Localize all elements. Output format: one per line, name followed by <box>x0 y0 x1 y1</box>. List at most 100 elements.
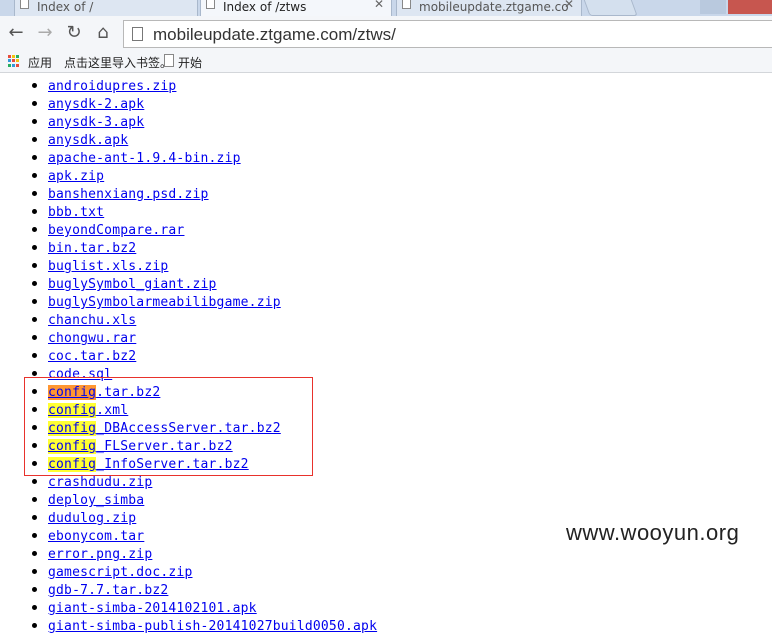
file-name-text: chanchu.xls <box>48 313 137 328</box>
file-name-text: gamescript.doc.zip <box>48 565 193 580</box>
file-name-text: gdb-7.7.tar.bz2 <box>48 583 169 598</box>
close-icon[interactable]: ✕ <box>564 0 574 11</box>
file-name-text: ebonycom.tar <box>48 529 145 544</box>
page-icon <box>206 0 215 9</box>
tab-title: Index of /ztws <box>223 0 307 14</box>
list-item: giant-simba-publish-20141027build0050.ap… <box>0 616 377 634</box>
page-icon <box>20 0 29 9</box>
list-item: gdb-7.7.tar.bz2 <box>0 580 377 598</box>
list-item: buglist.xls.zip <box>0 256 377 274</box>
file-link[interactable]: apk.zip <box>48 169 104 184</box>
list-item: bin.tar.bz2 <box>0 238 377 256</box>
file-link[interactable]: gdb-7.7.tar.bz2 <box>48 583 168 598</box>
file-link[interactable]: banshenxiang.psd.zip <box>48 187 209 202</box>
file-link[interactable]: anysdk-2.apk <box>48 97 144 112</box>
tab-mobileupdate[interactable]: mobileupdate.ztgame.co ✕ <box>396 0 582 16</box>
tab-index-root[interactable]: Index of / <box>14 0 198 16</box>
file-link[interactable]: ebonycom.tar <box>48 529 144 544</box>
new-tab-button[interactable] <box>582 0 638 16</box>
watermark: www.wooyun.org <box>566 520 740 545</box>
list-item: beyondCompare.rar <box>0 220 377 238</box>
file-link[interactable]: dudulog.zip <box>48 511 136 526</box>
file-name-text: buglist.xls.zip <box>48 259 169 274</box>
list-item: anysdk-2.apk <box>0 94 377 112</box>
bookmarks-bar: 应用 点击这里导入书签。 开始 <box>0 50 772 73</box>
list-item: apache-ant-1.9.4-bin.zip <box>0 148 377 166</box>
file-link[interactable]: deploy_simba <box>48 493 144 508</box>
apps-link[interactable]: 应用 <box>28 54 52 71</box>
tab-strip: Index of / Index of /ztws ✕ mobileupdate… <box>0 0 772 16</box>
list-item: gamescript.doc.zip <box>0 562 377 580</box>
tab-title: mobileupdate.ztgame.co <box>419 0 569 14</box>
file-link[interactable]: gamescript.doc.zip <box>48 565 192 580</box>
list-item: deploy_simba <box>0 490 377 508</box>
file-name-text: androidupres.zip <box>48 79 177 94</box>
file-link[interactable]: beyondCompare.rar <box>48 223 184 238</box>
list-item: error.png.zip <box>0 544 377 562</box>
list-item: ebonycom.tar <box>0 526 377 544</box>
annotation-box <box>24 377 313 476</box>
import-bookmarks-link[interactable]: 点击这里导入书签。 <box>64 54 172 71</box>
file-name-text: coc.tar.bz2 <box>48 349 137 364</box>
file-name-text: giant-simba-publish-20141027build0050.ap… <box>48 619 378 634</box>
file-name-text: deploy_simba <box>48 493 145 508</box>
file-name-text: error.png.zip <box>48 547 153 562</box>
file-name-text: giant-simba-2014102101.apk <box>48 601 257 616</box>
apps-icon[interactable] <box>8 55 20 67</box>
address-bar[interactable]: mobileupdate.ztgame.com/ztws/ <box>123 20 772 48</box>
page-content: androidupres.zip anysdk-2.apk anysdk-3.apk… <box>0 73 772 636</box>
minimize-button[interactable] <box>700 0 726 14</box>
file-name-text: apk.zip <box>48 169 105 184</box>
file-name-text: anysdk-2.apk <box>48 97 145 112</box>
list-item: chanchu.xls <box>0 310 377 328</box>
file-link[interactable]: buglySymbolarmeabilibgame.zip <box>48 295 281 310</box>
file-link[interactable]: error.png.zip <box>48 547 152 562</box>
list-item: chongwu.rar <box>0 328 377 346</box>
file-name-text: buglySymbol_giant.zip <box>48 277 217 292</box>
list-item: banshenxiang.psd.zip <box>0 184 377 202</box>
reload-icon[interactable]: ↻ <box>63 22 85 44</box>
tab-title: Index of / <box>37 0 94 14</box>
file-link[interactable]: coc.tar.bz2 <box>48 349 136 364</box>
list-item: coc.tar.bz2 <box>0 346 377 364</box>
tab-index-ztws[interactable]: Index of /ztws ✕ <box>200 0 392 16</box>
file-list: androidupres.zip anysdk-2.apk anysdk-3.apk… <box>0 76 377 634</box>
file-name-text: crashdudu.zip <box>48 475 153 490</box>
home-icon[interactable]: ⌂ <box>92 22 114 44</box>
file-link[interactable]: bbb.txt <box>48 205 104 220</box>
window-close-button[interactable] <box>728 0 772 14</box>
file-name-text: banshenxiang.psd.zip <box>48 187 209 202</box>
forward-arrow-icon[interactable]: → <box>34 22 56 44</box>
list-item: buglySymbolarmeabilibgame.zip <box>0 292 377 310</box>
close-icon[interactable]: ✕ <box>374 0 384 11</box>
file-name-text: bin.tar.bz2 <box>48 241 137 256</box>
back-arrow-icon[interactable]: ← <box>5 22 27 44</box>
file-link[interactable]: buglist.xls.zip <box>48 259 168 274</box>
file-link[interactable]: androidupres.zip <box>48 79 176 94</box>
list-item: dudulog.zip <box>0 508 377 526</box>
file-link[interactable]: apache-ant-1.9.4-bin.zip <box>48 151 241 166</box>
file-link[interactable]: anysdk-3.apk <box>48 115 144 130</box>
file-link[interactable]: crashdudu.zip <box>48 475 152 490</box>
page-icon <box>132 27 143 41</box>
file-name-text: beyondCompare.rar <box>48 223 185 238</box>
file-link[interactable]: chanchu.xls <box>48 313 136 328</box>
bookmark-page-icon <box>164 54 174 67</box>
file-name-text: dudulog.zip <box>48 511 137 526</box>
list-item: anysdk.apk <box>0 130 377 148</box>
file-link[interactable]: chongwu.rar <box>48 331 136 346</box>
file-name-text: apache-ant-1.9.4-bin.zip <box>48 151 241 166</box>
list-item: giant-simba-2014102101.apk <box>0 598 377 616</box>
file-link[interactable]: bin.tar.bz2 <box>48 241 136 256</box>
start-bookmark-link[interactable]: 开始 <box>178 54 202 71</box>
file-link[interactable]: giant-simba-2014102101.apk <box>48 601 257 616</box>
file-link[interactable]: giant-simba-publish-20141027build0050.ap… <box>48 619 377 634</box>
list-item: buglySymbol_giant.zip <box>0 274 377 292</box>
list-item: anysdk-3.apk <box>0 112 377 130</box>
address-url[interactable]: mobileupdate.ztgame.com/ztws/ <box>153 25 396 45</box>
file-name-text: bbb.txt <box>48 205 105 220</box>
file-link[interactable]: buglySymbol_giant.zip <box>48 277 217 292</box>
file-name-text: anysdk-3.apk <box>48 115 145 130</box>
file-link[interactable]: anysdk.apk <box>48 133 128 148</box>
list-item: apk.zip <box>0 166 377 184</box>
